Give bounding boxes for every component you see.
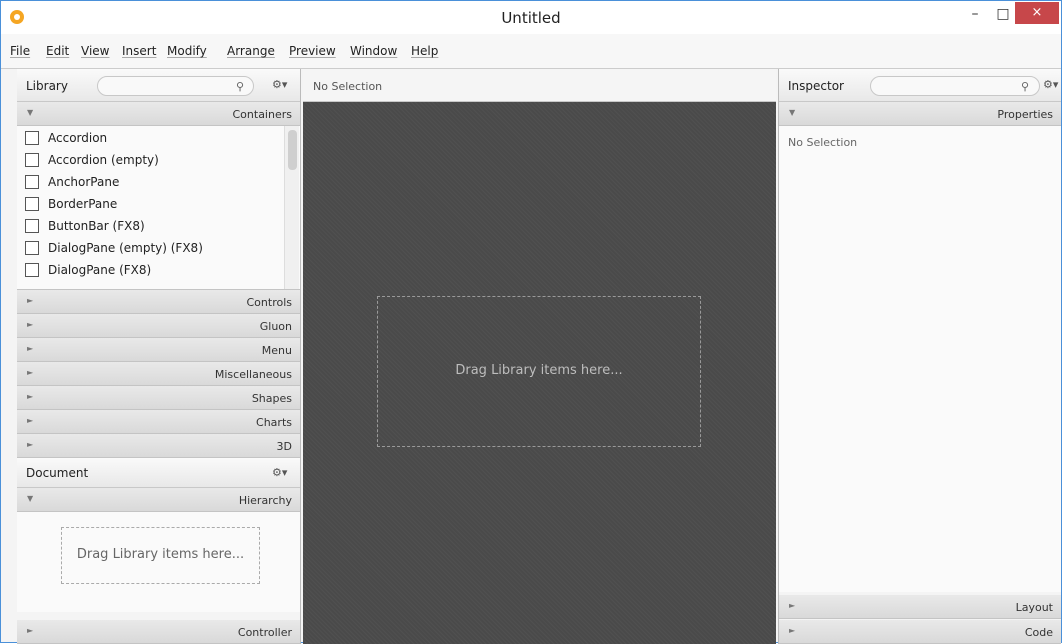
search-icon: ⚲ [236,80,245,93]
menu-window[interactable]: Window [350,44,397,58]
menu-arrange[interactable]: Arrange [227,44,275,58]
title-bar[interactable]: Untitled – □ × [1,1,1061,34]
close-button[interactable]: × [1015,2,1059,24]
window-title: Untitled [501,9,561,27]
collapse-arrow-icon: ► [27,416,34,425]
accordion-icon [25,131,39,145]
collapse-arrow-icon: ► [27,320,34,329]
section-gluon[interactable]: ► Gluon [17,314,300,338]
library-header: Library ⚲ ⚙▾ [17,69,300,102]
library-search-input[interactable]: ⚲ [97,76,254,96]
library-list: Accordion Accordion (empty) AnchorPane B… [17,126,300,290]
expand-arrow-icon: ▼ [27,108,34,117]
section-layout[interactable]: ► Layout [779,595,1061,619]
menu-preview[interactable]: Preview [289,44,336,58]
collapse-arrow-icon: ► [27,344,34,353]
section-code[interactable]: ► Code [779,620,1061,644]
section-properties[interactable]: ▼ Properties [779,102,1061,126]
dialogpane-icon [25,263,39,277]
library-scrollbar[interactable] [284,126,299,289]
accordion-icon [25,153,39,167]
selection-label: No Selection [313,80,383,93]
menu-help[interactable]: Help [411,44,438,58]
anchorpane-icon [25,175,39,189]
document-gear-icon[interactable]: ⚙▾ [272,466,287,479]
section-3d[interactable]: ► 3D [17,434,300,458]
inspector-panel: Inspector ⚲ ⚙▾ ▼ Properties No Selection… [778,69,1061,644]
document-title: Document [26,466,89,480]
inspector-selection-label: No Selection [788,136,858,149]
section-hierarchy[interactable]: ▼ Hierarchy [17,488,300,512]
section-menu[interactable]: ► Menu [17,338,300,362]
collapse-arrow-icon: ► [27,440,34,449]
section-containers[interactable]: ▼ Containers [17,102,300,126]
collapse-arrow-icon: ► [27,296,34,305]
expand-arrow-icon: ▼ [789,108,796,117]
document-header: Document ⚙▾ [17,458,300,488]
section-charts[interactable]: ► Charts [17,410,300,434]
collapse-arrow-icon: ► [789,601,796,610]
menu-modify[interactable]: Modify [167,44,207,58]
search-icon: ⚲ [1021,80,1030,93]
library-gear-icon[interactable]: ⚙▾ [272,78,287,91]
content-panel: No Selection Drag Library items here... [303,69,776,644]
inspector-title: Inspector [788,79,844,93]
menu-insert[interactable]: Insert [122,44,156,58]
menu-edit[interactable]: Edit [46,44,69,58]
inspector-gear-icon[interactable]: ⚙▾ [1043,78,1058,91]
hierarchy-drop-zone[interactable]: Drag Library items here... [61,527,260,584]
dialogpane-icon [25,241,39,255]
section-shapes[interactable]: ► Shapes [17,386,300,410]
canvas-drop-hint: Drag Library items here... [455,363,623,378]
hierarchy-area[interactable]: Drag Library items here... [17,512,300,612]
inspector-search-input[interactable]: ⚲ [870,76,1040,96]
menu-bar: File Edit View Insert Modify Arrange Pre… [1,34,1061,69]
menu-view[interactable]: View [81,44,109,58]
section-label: Containers [232,108,293,121]
app-window: Untitled – □ × File Edit View Insert Mod… [0,0,1062,644]
expand-arrow-icon: ▼ [27,494,34,503]
section-controller[interactable]: ► Controller [17,620,300,644]
collapse-arrow-icon: ► [27,626,34,635]
canvas-drop-zone[interactable]: Drag Library items here... [377,296,701,447]
library-title: Library [26,79,68,93]
buttonbar-icon [25,219,39,233]
library-panel: Library ⚲ ⚙▾ ▼ Containers Accordion Acco… [17,69,301,644]
collapse-arrow-icon: ► [27,392,34,401]
scrollbar-thumb[interactable] [288,130,297,170]
properties-area: No Selection [779,126,1061,592]
collapse-arrow-icon: ► [789,626,796,635]
inspector-header: Inspector ⚲ ⚙▾ [779,69,1061,102]
selection-bar: No Selection [303,69,776,102]
section-controls[interactable]: ► Controls [17,290,300,314]
borderpane-icon [25,197,39,211]
section-miscellaneous[interactable]: ► Miscellaneous [17,362,300,386]
menu-file[interactable]: File [10,44,30,58]
design-canvas[interactable]: Drag Library items here... [303,102,776,644]
collapse-arrow-icon: ► [27,368,34,377]
